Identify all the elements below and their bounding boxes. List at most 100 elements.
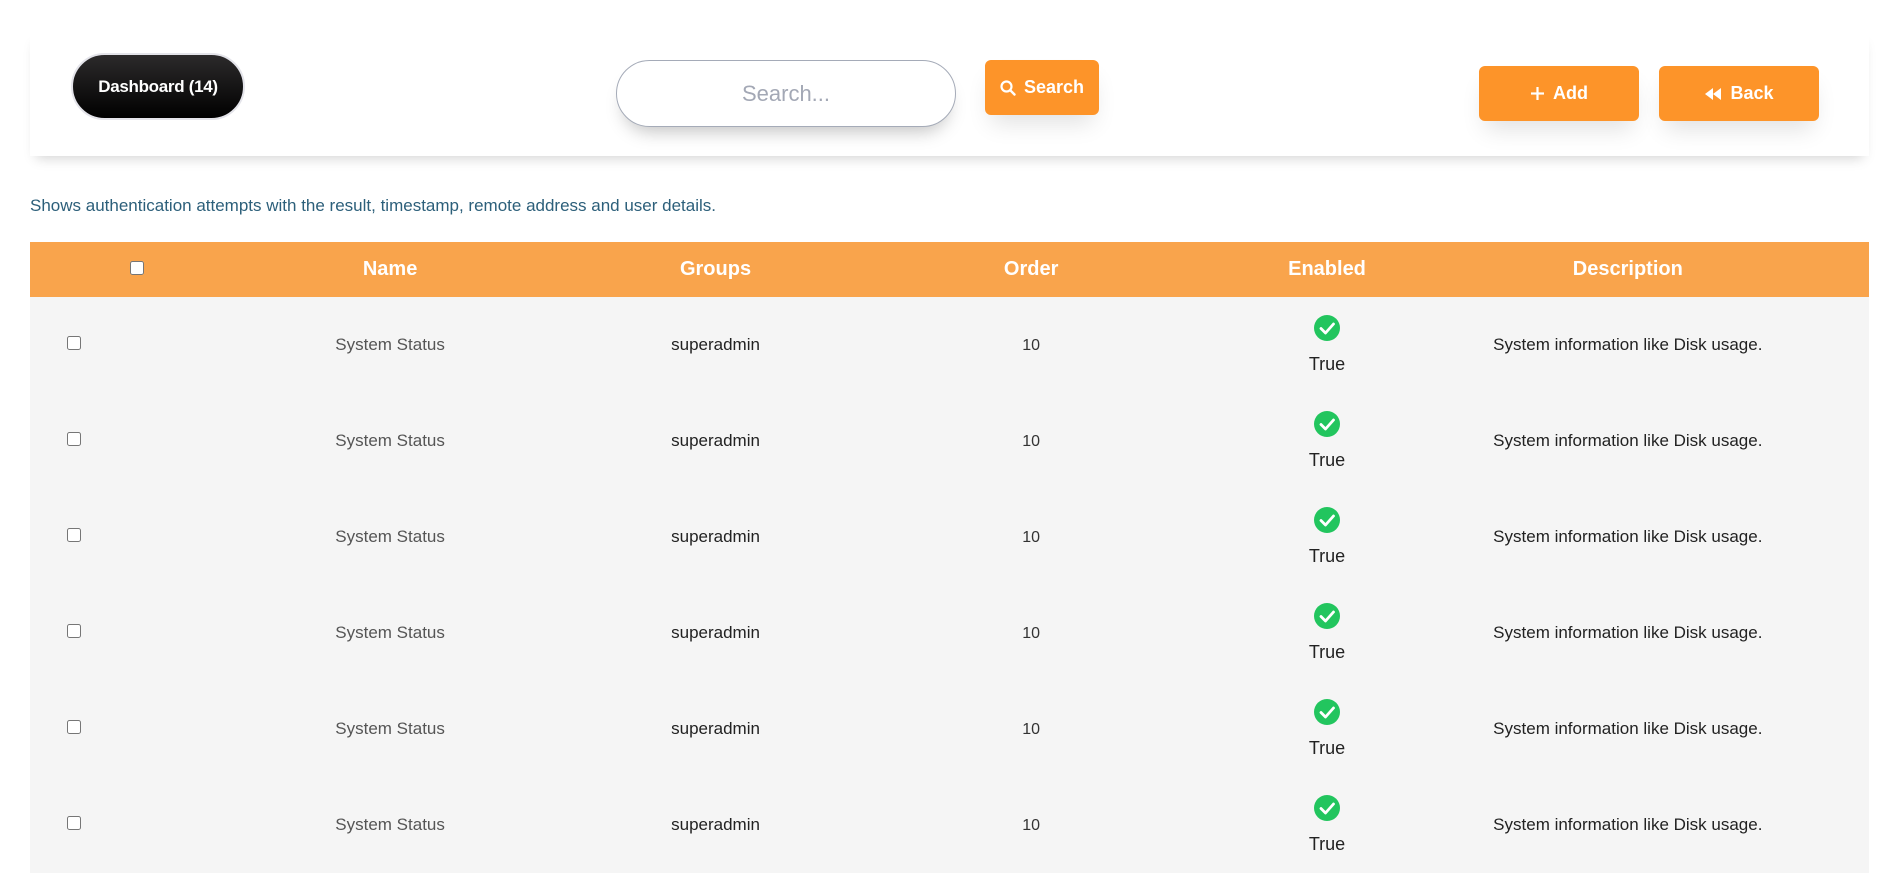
check-circle-icon [1314,699,1341,730]
row-groups: superadmin [671,527,760,546]
column-header-enabled[interactable]: Enabled [1267,242,1386,297]
back-button[interactable]: Back [1659,66,1819,121]
enabled-cell: True [1267,681,1386,777]
row-groups: superadmin [671,815,760,834]
groups-cell: superadmin [636,297,795,393]
row-select-cell [30,393,144,489]
search-input[interactable] [616,60,956,127]
name-cell: System Status [144,681,636,777]
name-cell: System Status [144,489,636,585]
page-description: Shows authentication attempts with the r… [30,196,717,215]
description-cell: System information like Disk usage. [1387,489,1869,585]
row-order: 10 [1022,433,1041,450]
table-row[interactable]: System Status superadmin 10 True System … [30,297,1869,393]
row-select-cell [30,681,144,777]
order-cell: 10 [795,585,1267,681]
dashboard-button[interactable]: Dashboard (14) [71,53,245,120]
groups-cell: superadmin [636,393,795,489]
enabled-cell: True [1267,777,1386,873]
enabled-cell: True [1267,585,1386,681]
name-cell: System Status [144,393,636,489]
select-all-checkbox[interactable] [130,261,144,275]
row-select-cell [30,489,144,585]
row-groups: superadmin [671,431,760,450]
search-icon [1000,79,1016,96]
row-enabled: True [1308,546,1346,566]
row-enabled: True [1308,642,1346,662]
row-checkbox[interactable] [67,720,81,734]
plus-icon [1530,86,1545,101]
description-cell: System information like Disk usage. [1387,393,1869,489]
row-enabled: True [1308,354,1346,374]
row-name: System Status [335,719,445,738]
row-select-cell [30,585,144,681]
description-cell: System information like Disk usage. [1387,777,1869,873]
add-button-label: Add [1553,83,1588,103]
check-circle-icon [1314,507,1341,538]
row-enabled: True [1308,834,1346,854]
description-cell: System information like Disk usage. [1387,585,1869,681]
row-name: System Status [335,815,445,834]
groups-cell: superadmin [636,681,795,777]
row-order: 10 [1022,721,1041,738]
groups-cell: superadmin [636,489,795,585]
row-order: 10 [1022,529,1041,546]
row-enabled: True [1308,738,1346,758]
search-button[interactable]: Search [985,60,1099,115]
order-cell: 10 [795,681,1267,777]
select-all-cell [30,242,144,297]
order-cell: 10 [795,297,1267,393]
row-checkbox[interactable] [67,336,81,350]
table-row[interactable]: System Status superadmin 10 True System … [30,489,1869,585]
row-checkbox[interactable] [67,432,81,446]
column-header-name[interactable]: Name [144,242,636,297]
check-circle-icon [1314,795,1341,826]
order-cell: 10 [795,489,1267,585]
row-description: System information like Disk usage. [1493,335,1763,354]
add-button[interactable]: Add [1479,66,1639,121]
row-groups: superadmin [671,623,760,642]
enabled-cell: True [1267,393,1386,489]
row-checkbox[interactable] [67,528,81,542]
search-button-label: Search [1023,77,1085,97]
row-enabled: True [1308,450,1346,470]
column-header-description[interactable]: Description [1387,242,1869,297]
check-circle-icon [1314,315,1341,346]
name-cell: System Status [144,297,636,393]
row-checkbox[interactable] [67,816,81,830]
table-row[interactable]: System Status superadmin 10 True System … [30,681,1869,777]
row-description: System information like Disk usage. [1493,815,1763,834]
enabled-cell: True [1267,297,1386,393]
dashboard-button-label: Dashboard (14) [98,76,218,96]
row-select-cell [30,297,144,393]
column-header-groups[interactable]: Groups [636,242,795,297]
table-row[interactable]: System Status superadmin 10 True System … [30,585,1869,681]
check-circle-icon [1314,411,1341,442]
name-cell: System Status [144,585,636,681]
row-groups: superadmin [671,335,760,354]
back-button-label: Back [1730,83,1774,103]
row-order: 10 [1022,625,1041,642]
table-row[interactable]: System Status superadmin 10 True System … [30,393,1869,489]
row-checkbox[interactable] [67,624,81,638]
order-cell: 10 [795,777,1267,873]
column-header-order[interactable]: Order [795,242,1267,297]
row-name: System Status [335,431,445,450]
header-toolbar: Dashboard (14) Search Add Back [30,30,1869,156]
row-name: System Status [335,527,445,546]
row-name: System Status [335,623,445,642]
groups-cell: superadmin [636,585,795,681]
backward-icon [1704,87,1722,101]
row-description: System information like Disk usage. [1493,431,1763,450]
table-row[interactable]: System Status superadmin 10 True System … [30,777,1869,873]
row-order: 10 [1022,817,1041,834]
row-description: System information like Disk usage. [1493,719,1763,738]
check-circle-icon [1314,603,1341,634]
row-select-cell [30,777,144,873]
row-groups: superadmin [671,719,760,738]
row-description: System information like Disk usage. [1493,527,1763,546]
groups-cell: superadmin [636,777,795,873]
row-name: System Status [335,335,445,354]
description-cell: System information like Disk usage. [1387,297,1869,393]
enabled-cell: True [1267,489,1386,585]
